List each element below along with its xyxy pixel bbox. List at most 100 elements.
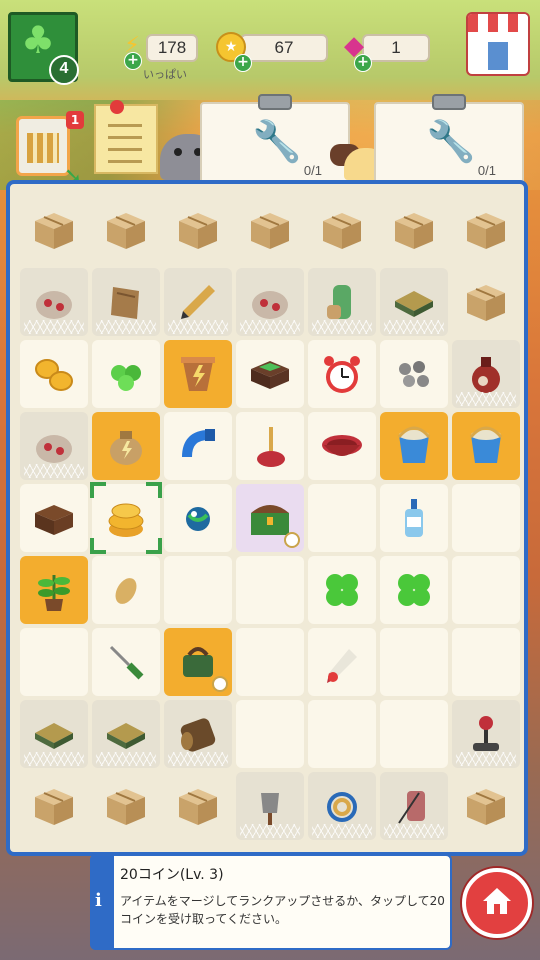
- item-description: アイテムをマージしてランクアップさせるか、タップして20コインを受け取ってくださ…: [120, 894, 445, 926]
- order-card-1[interactable]: 🔧 0/1: [200, 94, 350, 186]
- board-cell-green-blobs[interactable]: [92, 340, 160, 408]
- board-cell-empty[interactable]: [308, 484, 376, 552]
- board-cell-box[interactable]: [452, 268, 520, 336]
- board-cell-empty[interactable]: [452, 484, 520, 552]
- joystick-icon: [463, 711, 509, 757]
- board-cell-joystick[interactable]: [452, 700, 520, 768]
- board-cell-basin[interactable]: [308, 412, 376, 480]
- pencil-icon: [175, 279, 221, 325]
- board-cell-pencil[interactable]: [164, 268, 232, 336]
- home-button[interactable]: [462, 868, 532, 938]
- board-cell-pot[interactable]: [164, 340, 232, 408]
- board-cell-paint-tube[interactable]: [308, 628, 376, 696]
- log-icon: [175, 711, 221, 757]
- board-cell-box[interactable]: [20, 196, 88, 264]
- energy-plus-icon[interactable]: +: [124, 52, 142, 70]
- box-icon: [103, 783, 149, 829]
- thread-icon: [391, 783, 437, 829]
- board-cell-box[interactable]: [380, 196, 448, 264]
- pin-icon: [110, 100, 124, 114]
- box-icon: [175, 783, 221, 829]
- board-cell-blue-pipe[interactable]: [164, 412, 232, 480]
- board-cell-log[interactable]: [164, 700, 232, 768]
- timer-icon: [212, 676, 228, 692]
- board-cell-box[interactable]: [308, 196, 376, 264]
- home-icon: [483, 888, 511, 914]
- board-cell-marble[interactable]: [164, 484, 232, 552]
- coin-plus-icon[interactable]: +: [234, 54, 252, 72]
- order-card-2[interactable]: 🔧 0/1: [374, 94, 524, 186]
- board-cell-plant[interactable]: [20, 556, 88, 624]
- board-cell-screwdriver[interactable]: [92, 628, 160, 696]
- board-cell-box[interactable]: [20, 772, 88, 840]
- board-cell-box[interactable]: [92, 196, 160, 264]
- board-cell-soap-bottle[interactable]: [380, 484, 448, 552]
- board-cell-empty[interactable]: [236, 556, 304, 624]
- cobweb-icon: [168, 320, 228, 334]
- board-cell-crate[interactable]: [20, 484, 88, 552]
- board-cell-clover[interactable]: [308, 556, 376, 624]
- board-cell-thread[interactable]: [380, 772, 448, 840]
- board-cell-pouch[interactable]: [20, 268, 88, 336]
- board-cell-bucket[interactable]: [452, 412, 520, 480]
- paint-tube-icon: [319, 639, 365, 685]
- board-cell-plunger[interactable]: [236, 412, 304, 480]
- board-cell-tarp[interactable]: [380, 268, 448, 336]
- level-badge[interactable]: ♣ 4: [8, 12, 79, 85]
- board-cell-empty[interactable]: [308, 700, 376, 768]
- cobweb-icon: [456, 752, 516, 766]
- board-cell-pouch[interactable]: [20, 412, 88, 480]
- shop-button[interactable]: [466, 12, 530, 76]
- board-cell-cash-box[interactable]: [236, 340, 304, 408]
- sack-icon: [103, 423, 149, 469]
- board-cell-box[interactable]: [236, 196, 304, 264]
- task-notepad-button[interactable]: [94, 100, 158, 174]
- board-cell-box[interactable]: [452, 196, 520, 264]
- board-cell-box[interactable]: [92, 772, 160, 840]
- board-cell-bucket[interactable]: [380, 412, 448, 480]
- item-title: 20コイン(Lv. 3): [120, 867, 224, 883]
- board-cell-box[interactable]: [164, 772, 232, 840]
- board-cell-clover[interactable]: [380, 556, 448, 624]
- board-cell-chest[interactable]: [236, 484, 304, 552]
- board-cell-thermos[interactable]: [308, 268, 376, 336]
- box-icon: [463, 783, 509, 829]
- board-cell-flask[interactable]: [452, 340, 520, 408]
- board-cell-empty[interactable]: [164, 556, 232, 624]
- board-cell-empty[interactable]: [380, 700, 448, 768]
- board-cell-empty[interactable]: [20, 628, 88, 696]
- shop-door: [488, 42, 508, 70]
- box-icon: [247, 207, 293, 253]
- pot-icon: [175, 351, 221, 397]
- board-cell-empty[interactable]: [380, 628, 448, 696]
- board-cell-sack[interactable]: [92, 412, 160, 480]
- board-cell-empty[interactable]: [452, 556, 520, 624]
- board-cell-seed[interactable]: [92, 556, 160, 624]
- board-cell-empty[interactable]: [236, 700, 304, 768]
- board-cell-box[interactable]: [452, 772, 520, 840]
- event-brochure-button[interactable]: [16, 116, 70, 176]
- board-cell-coin-stack[interactable]: [90, 482, 162, 554]
- gem-plus-icon[interactable]: +: [354, 54, 372, 72]
- cobweb-icon: [456, 392, 516, 406]
- board-cell-empty[interactable]: [236, 628, 304, 696]
- board-cell-bag[interactable]: [164, 628, 232, 696]
- info-icon: i: [95, 890, 102, 911]
- box-icon: [103, 207, 149, 253]
- board-cell-coins[interactable]: [20, 340, 88, 408]
- board-cell-box[interactable]: [164, 196, 232, 264]
- selection-frame: [90, 482, 162, 554]
- board-cell-plank[interactable]: [92, 268, 160, 336]
- basin-icon: [319, 423, 365, 469]
- board-cell-tarp[interactable]: [20, 700, 88, 768]
- board-cell-shovel[interactable]: [236, 772, 304, 840]
- board-cell-alarm-clock[interactable]: [308, 340, 376, 408]
- board-cell-dumbbells[interactable]: [380, 340, 448, 408]
- board-cell-pouch[interactable]: [236, 268, 304, 336]
- cobweb-icon: [168, 752, 228, 766]
- crate-icon: [31, 495, 77, 541]
- brochure-icon: [27, 133, 59, 163]
- board-cell-tarp[interactable]: [92, 700, 160, 768]
- board-cell-empty[interactable]: [452, 628, 520, 696]
- board-cell-rope[interactable]: [308, 772, 376, 840]
